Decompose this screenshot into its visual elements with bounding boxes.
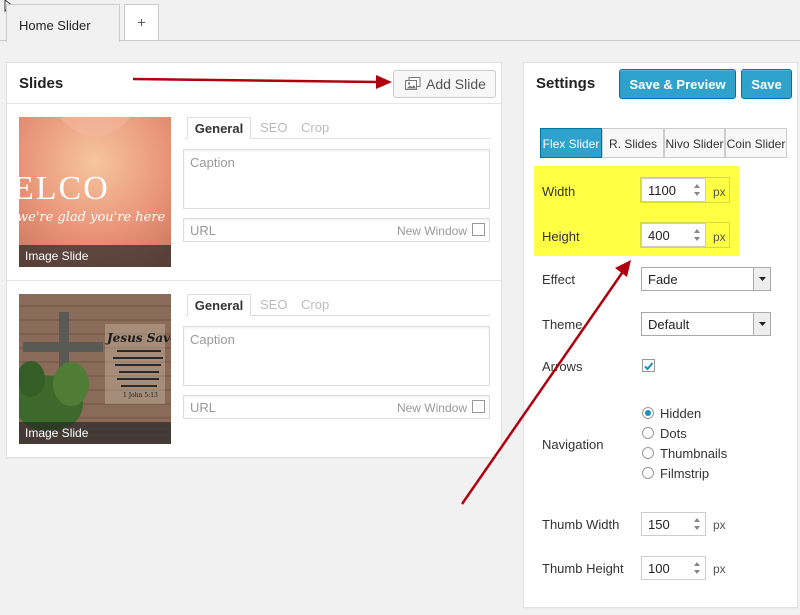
navigation-label: Navigation — [542, 437, 604, 452]
arrows-label: Arrows — [542, 359, 583, 374]
slide-thumbnail[interactable]: ELCO we're glad you're here Image Slide — [19, 117, 171, 267]
spinner-icon[interactable] — [692, 516, 702, 532]
thumb-width-value: 150 — [648, 517, 670, 532]
images-icon — [405, 77, 421, 90]
new-window-label: New Window — [396, 401, 467, 415]
navigation-radio-filmstrip[interactable] — [642, 467, 654, 479]
thumb-height-input[interactable]: 100 — [641, 556, 706, 580]
settings-title: Settings — [536, 75, 596, 92]
add-slider-tab[interactable]: + — [124, 4, 159, 40]
arrows-checkbox[interactable] — [642, 359, 655, 372]
navigation-radio-hidden[interactable] — [642, 407, 654, 419]
caption-field[interactable]: Caption — [183, 149, 490, 209]
spinner-icon[interactable] — [692, 560, 702, 576]
dropdown-arrow-icon — [753, 313, 770, 335]
dropdown-arrow-icon — [753, 268, 770, 290]
slide-row: ELCO we're glad you're here Image Slide … — [7, 105, 501, 281]
thumb-width-input[interactable]: 150 — [641, 512, 706, 536]
slide-image-small-text: we're glad you're here — [19, 210, 166, 225]
url-placeholder: URL — [190, 223, 217, 238]
theme-select[interactable]: Default — [641, 312, 771, 336]
width-input[interactable]: 1100 — [641, 178, 706, 202]
tab-seo[interactable]: SEO — [260, 117, 287, 139]
tab-general[interactable]: General — [187, 294, 251, 316]
width-value: 1100 — [648, 183, 676, 198]
thumb-height-label: Thumb Height — [542, 561, 624, 576]
settings-panel: Settings Save & Preview Save Flex Slider… — [523, 62, 798, 608]
slide-tabs: General SEO Crop — [185, 117, 490, 139]
height-label: Height — [542, 229, 580, 244]
slide-type-label: Image Slide — [19, 245, 171, 267]
url-placeholder: URL — [190, 400, 217, 415]
add-slide-button[interactable]: Add Slide — [393, 70, 496, 98]
slides-panel: Slides Add Slide ELCO we're glad you're … — [6, 62, 502, 458]
slide-type-label: Image Slide — [19, 422, 171, 444]
checkmark-icon — [644, 362, 654, 371]
navigation-option-label: Dots — [660, 426, 687, 441]
tab-crop[interactable]: Crop — [301, 117, 329, 139]
slide-row: Jesus Saves 1 John 5:13 Image Slide Gene… — [7, 282, 501, 458]
thumb-width-label: Thumb Width — [542, 517, 620, 532]
save-button[interactable]: Save — [741, 69, 792, 99]
effect-label: Effect — [542, 272, 576, 287]
width-label: Width — [542, 184, 576, 199]
effect-select[interactable]: Fade — [641, 267, 771, 291]
navigation-option-label: Filmstrip — [660, 466, 710, 481]
caption-field[interactable]: Caption — [183, 326, 490, 386]
new-window-checkbox[interactable] — [472, 400, 485, 413]
slides-header: Slides Add Slide — [7, 63, 501, 104]
navigation-radio-thumbnails[interactable] — [642, 447, 654, 459]
height-value: 400 — [648, 228, 670, 243]
tab-nivo-slider[interactable]: Nivo Slider — [664, 128, 725, 158]
tab-seo[interactable]: SEO — [260, 294, 287, 316]
save-and-preview-button[interactable]: Save & Preview — [619, 69, 736, 99]
slide-tabs: General SEO Crop — [185, 294, 490, 316]
theme-value: Default — [648, 317, 690, 332]
slide-image-big-text: Jesus Saves — [105, 331, 171, 345]
navigation-radio-dots[interactable] — [642, 427, 654, 439]
url-field[interactable]: URL New Window — [183, 218, 490, 242]
navigation-option-label: Thumbnails — [660, 446, 728, 461]
slide-thumbnail[interactable]: Jesus Saves 1 John 5:13 Image Slide — [19, 294, 171, 444]
thumb-height-unit: px — [713, 562, 726, 576]
add-slide-label: Add Slide — [426, 76, 486, 92]
tab-crop[interactable]: Crop — [301, 294, 329, 316]
new-window-checkbox[interactable] — [472, 223, 485, 236]
spinner-icon[interactable] — [692, 182, 702, 198]
tab-home-slider[interactable]: Home Slider — [6, 4, 120, 42]
url-field[interactable]: URL New Window — [183, 395, 490, 419]
tab-general[interactable]: General — [187, 117, 251, 139]
slides-title: Slides — [19, 75, 64, 92]
tab-r-slides[interactable]: R. Slides — [602, 128, 664, 158]
new-window-label: New Window — [396, 224, 467, 238]
width-unit: px — [713, 185, 726, 199]
spinner-icon[interactable] — [692, 227, 702, 243]
thumb-height-value: 100 — [648, 561, 670, 576]
navigation-option-label: Hidden — [660, 406, 702, 421]
height-input[interactable]: 400 — [641, 223, 706, 247]
effect-value: Fade — [648, 272, 678, 287]
tab-coin-slider[interactable]: Coin Slider — [725, 128, 787, 158]
theme-label: Theme — [542, 317, 583, 332]
slide-image-small-text: 1 John 5:13 — [123, 392, 158, 399]
tab-flex-slider[interactable]: Flex Slider — [540, 128, 602, 158]
slider-tab-bar: Home Slider + — [0, 0, 800, 42]
slide-image-big-text: ELCO — [19, 170, 110, 207]
thumb-width-unit: px — [713, 518, 726, 532]
height-unit: px — [713, 230, 726, 244]
